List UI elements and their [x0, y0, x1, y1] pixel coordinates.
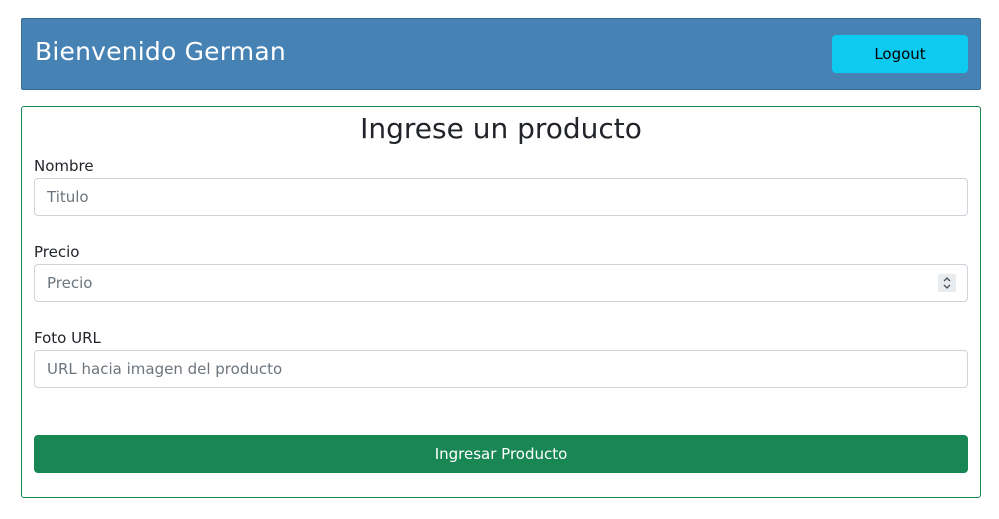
foto-url-input[interactable]	[34, 350, 968, 388]
precio-field-wrapper	[34, 264, 968, 302]
ingresar-producto-button[interactable]: Ingresar Producto	[34, 435, 968, 473]
foto-url-label: Foto URL	[34, 329, 101, 347]
precio-input[interactable]	[34, 264, 968, 302]
precio-label: Precio	[34, 243, 80, 261]
welcome-header: Bienvenido German Logout	[21, 18, 981, 90]
welcome-title: Bienvenido German	[35, 37, 286, 66]
nombre-input[interactable]	[34, 178, 968, 216]
logout-button[interactable]: Logout	[832, 35, 968, 73]
product-form: Ingrese un producto Nombre Precio Foto U…	[21, 106, 981, 498]
spinner-arrows-icon[interactable]	[938, 274, 956, 292]
form-title: Ingrese un producto	[360, 112, 642, 145]
nombre-label: Nombre	[34, 157, 94, 175]
